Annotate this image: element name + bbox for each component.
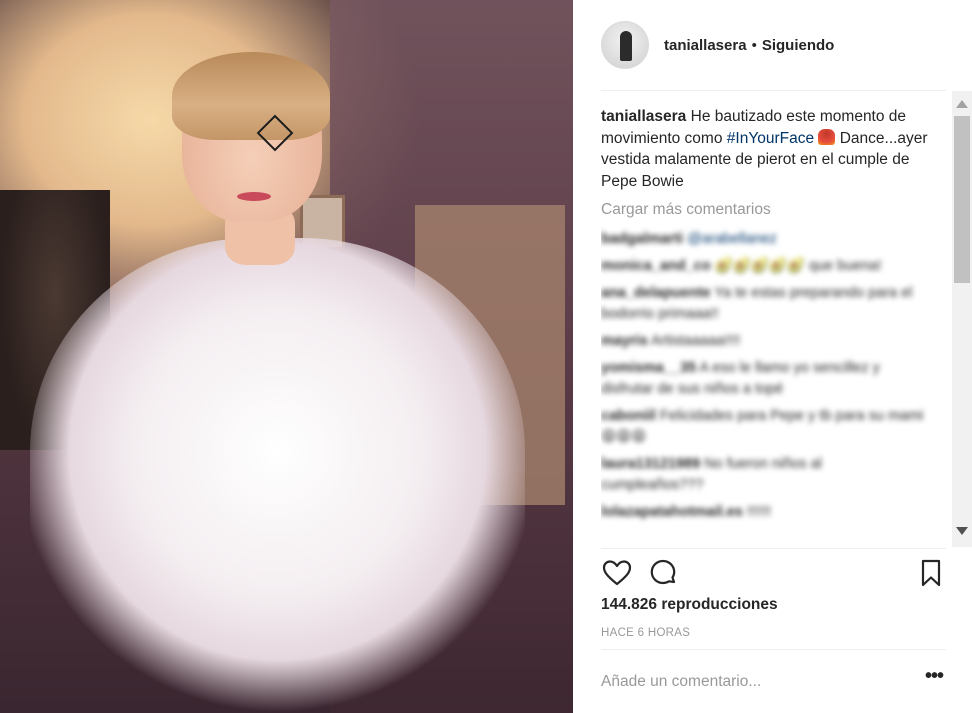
avatar[interactable] [601, 21, 649, 69]
scroll-down-arrow-icon[interactable] [956, 527, 968, 535]
scroll-up-arrow-icon[interactable] [956, 100, 968, 108]
caption-hashtag[interactable]: #InYourFace [727, 130, 814, 147]
comment-item: laura13121989 No fueron niños al cumplea… [601, 454, 946, 496]
more-options-icon[interactable]: ••• [922, 666, 946, 693]
post-timestamp[interactable]: HACE 6 HORAS [601, 627, 690, 639]
comment-username[interactable]: laura13121989 [601, 456, 700, 472]
comment-username[interactable]: caboniil [601, 408, 656, 424]
post-side-panel: taniallasera • Siguiendo taniallasera He… [573, 0, 972, 713]
load-more-comments-button[interactable]: Cargar más comentarios [601, 201, 946, 219]
comment-username[interactable]: ana_delapuente [601, 285, 711, 301]
post-header: taniallasera • Siguiendo [601, 0, 946, 91]
avatar-figure [620, 31, 632, 61]
comment-text: Artistaaaaa!!!! [651, 333, 741, 349]
post-caption: taniallasera He bautizado este momento d… [601, 106, 946, 192]
video-person-lips [237, 192, 271, 201]
comment-input[interactable] [601, 662, 911, 702]
comment-username[interactable]: badgalmarti [601, 231, 683, 247]
video-person-hair [172, 52, 330, 140]
follow-button[interactable]: Siguiendo [762, 37, 835, 54]
header-username[interactable]: taniallasera [664, 37, 747, 54]
comment-item: badgalmarti @arabellanez [601, 229, 946, 250]
caption-username[interactable]: taniallasera [601, 108, 686, 125]
comment-item: lolazapatahotmail.es !!!!!! [601, 502, 946, 523]
heart-icon [602, 560, 632, 586]
comment-icon [650, 559, 676, 585]
post-actions [601, 548, 946, 596]
header-separator: • [751, 36, 757, 54]
comment-username[interactable]: yomisma__35 [601, 360, 696, 376]
comment-item: yomisma__35 A eso le llamo yo sencillez … [601, 358, 946, 400]
comment-username[interactable]: mayris [601, 333, 648, 349]
view-count[interactable]: 144.826 reproducciones [601, 596, 778, 614]
comment-text: !!!!!! [746, 504, 772, 520]
scrollbar-thumb[interactable] [954, 116, 970, 283]
comment-username[interactable]: lolazapatahotmail.es [601, 504, 743, 520]
comment-button[interactable] [647, 557, 679, 589]
comment-item: caboniil Felicidades para Pepe y tb para… [601, 406, 946, 448]
comment-item: ana_delapuente Ya te estas preparando pa… [601, 283, 946, 325]
save-button[interactable] [915, 557, 947, 589]
video-person-dress [30, 238, 525, 713]
comment-username[interactable]: monica_and_co [601, 258, 711, 274]
add-comment-bar: ••• [601, 649, 946, 713]
comment-text: 🥑🥑🥑🥑🥑 que buena! [714, 258, 882, 274]
comment-item: monica_and_co 🥑🥑🥑🥑🥑 que buena! [601, 256, 946, 277]
dancer-emoji-icon [818, 128, 836, 145]
comments-list[interactable]: taniallasera He bautizado este momento d… [601, 92, 946, 548]
comments-scrollbar[interactable] [952, 91, 972, 547]
bookmark-icon [921, 559, 941, 587]
like-button[interactable] [601, 557, 633, 589]
comment-items: badgalmarti @arabellanez monica_and_co 🥑🥑… [601, 229, 946, 523]
post-video[interactable] [0, 0, 573, 713]
comment-mention[interactable]: @arabellanez [687, 231, 777, 247]
comment-item: mayris Artistaaaaa!!!! [601, 331, 946, 352]
